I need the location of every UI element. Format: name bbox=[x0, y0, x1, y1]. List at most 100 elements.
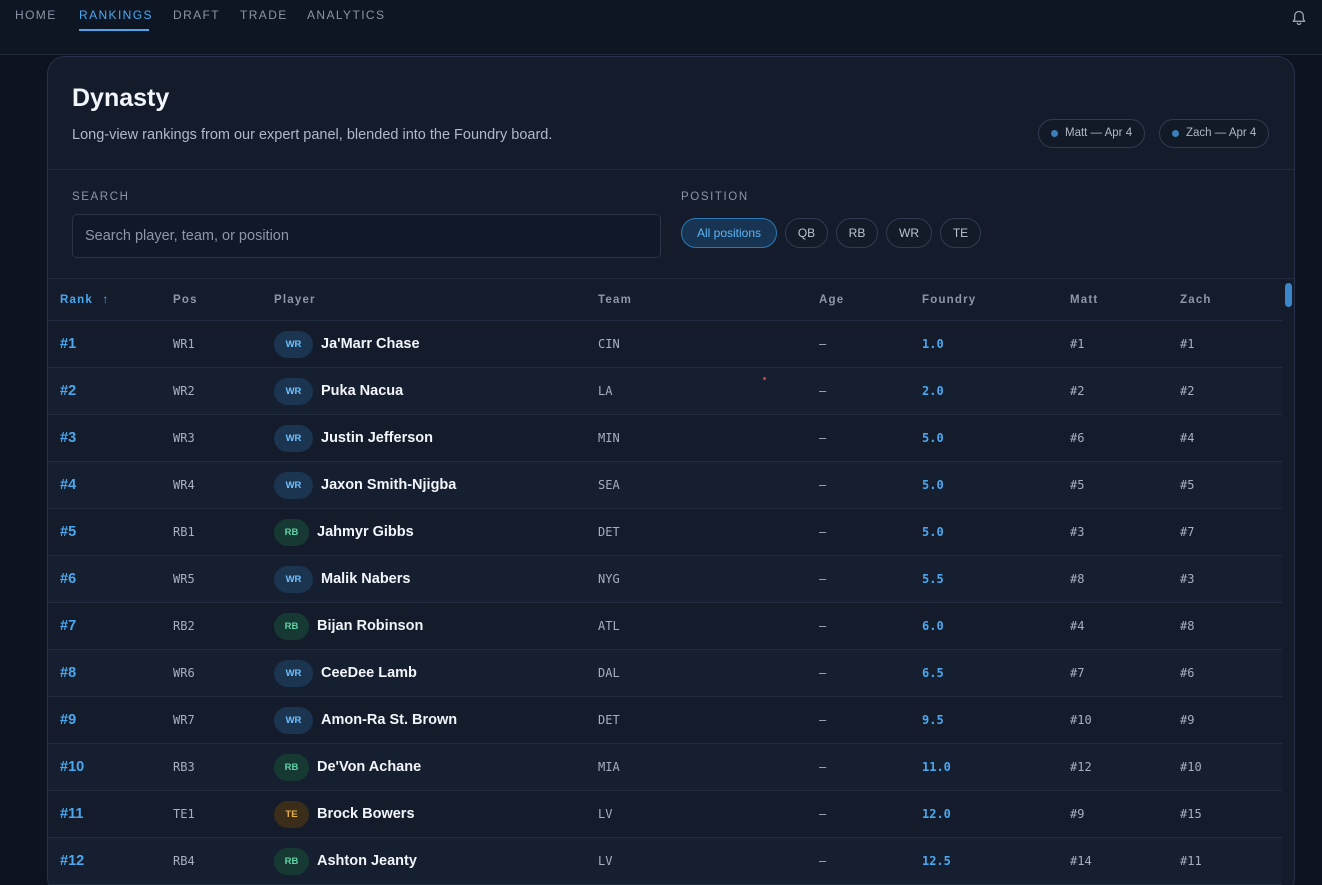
sort-arrow-icon: ↑ bbox=[102, 294, 110, 306]
matt-rank-cell: #10 bbox=[1070, 713, 1092, 727]
pos-rank-cell: WR1 bbox=[173, 337, 195, 351]
bell-icon[interactable] bbox=[1290, 9, 1308, 27]
pos-rank-cell: RB1 bbox=[173, 525, 195, 539]
zach-rank-cell: #2 bbox=[1180, 384, 1195, 398]
table-row[interactable]: #10 RB3 RB De'Von Achane MIA — 11.0 #12 #10 bbox=[48, 744, 1282, 791]
card-header: Dynasty Long-view rankings from our expe… bbox=[48, 57, 1294, 170]
page-subtitle: Long-view rankings from our expert panel… bbox=[72, 127, 553, 143]
pos-rank-cell: TE1 bbox=[173, 807, 195, 821]
position-badge: WR bbox=[274, 425, 313, 452]
pos-rank-cell: WR7 bbox=[173, 713, 195, 727]
player-name[interactable]: Jaxon Smith-Njigba bbox=[321, 462, 456, 509]
pos-rank-cell: WR5 bbox=[173, 572, 195, 586]
position-filter-rb[interactable]: RB bbox=[836, 218, 878, 248]
age-cell: — bbox=[819, 478, 827, 492]
zach-rank-cell: #4 bbox=[1180, 431, 1195, 445]
nav-analytics[interactable]: ANALYTICS bbox=[307, 8, 385, 22]
position-badge: RB bbox=[274, 613, 309, 640]
player-name[interactable]: Amon-Ra St. Brown bbox=[321, 697, 457, 744]
column-header-pos[interactable]: Pos bbox=[173, 294, 198, 306]
table-header: Rank ↑ Pos Player Team Age Foundry Matt … bbox=[48, 280, 1282, 321]
table-row[interactable]: #7 RB2 RB Bijan Robinson ATL — 6.0 #4 #8 bbox=[48, 603, 1282, 650]
search-label: SEARCH bbox=[72, 191, 130, 203]
age-cell: — bbox=[819, 572, 827, 586]
matt-rank-cell: #6 bbox=[1070, 431, 1085, 445]
matt-rank-cell: #12 bbox=[1070, 760, 1092, 774]
table-row[interactable]: #1 WR1 WR Ja'Marr Chase CIN — 1.0 #1 #1 bbox=[48, 321, 1282, 368]
rank-cell: #2 bbox=[60, 383, 77, 399]
matt-rank-cell: #7 bbox=[1070, 666, 1085, 680]
player-name[interactable]: Ja'Marr Chase bbox=[321, 321, 420, 368]
position-filter-te[interactable]: TE bbox=[940, 218, 981, 248]
team-cell: MIN bbox=[598, 431, 620, 445]
scrollbar-thumb[interactable] bbox=[1285, 283, 1292, 307]
table-row[interactable]: #2 WR2 WR Puka Nacua LA — 2.0 #2 #2 bbox=[48, 368, 1282, 415]
column-header-player[interactable]: Player bbox=[274, 294, 316, 306]
column-header-foundry[interactable]: Foundry bbox=[922, 294, 976, 306]
nav-rankings[interactable]: RANKINGS bbox=[79, 8, 153, 22]
team-cell: MIA bbox=[598, 760, 620, 774]
chip-label: Zach — Apr 4 bbox=[1186, 127, 1257, 139]
table-scrollbar[interactable] bbox=[1284, 280, 1294, 885]
zach-rank-cell: #1 bbox=[1180, 337, 1195, 351]
position-badge: WR bbox=[274, 331, 313, 358]
team-cell: DET bbox=[598, 713, 620, 727]
team-cell: CIN bbox=[598, 337, 620, 351]
matt-rank-cell: #4 bbox=[1070, 619, 1085, 633]
player-name[interactable]: Brock Bowers bbox=[317, 791, 415, 838]
age-cell: — bbox=[819, 525, 827, 539]
table-row[interactable]: #9 WR7 WR Amon-Ra St. Brown DET — 9.5 #10 #9 bbox=[48, 697, 1282, 744]
source-chip-zach: Zach — Apr 4 bbox=[1159, 119, 1270, 148]
player-name[interactable]: Puka Nacua bbox=[321, 368, 403, 415]
search-input[interactable] bbox=[72, 214, 661, 258]
foundry-score-cell: 2.0 bbox=[922, 384, 944, 398]
filters-panel: SEARCH POSITION All positions QB RB WR T… bbox=[48, 170, 1294, 279]
column-header-team[interactable]: Team bbox=[598, 294, 632, 306]
table-row[interactable]: #4 WR4 WR Jaxon Smith-Njigba SEA — 5.0 #5 #5 bbox=[48, 462, 1282, 509]
rank-cell: #1 bbox=[60, 336, 77, 352]
player-name[interactable]: Jahmyr Gibbs bbox=[317, 509, 414, 556]
table-row[interactable]: #12 RB4 RB Ashton Jeanty LV — 12.5 #14 #11 bbox=[48, 838, 1282, 885]
table-row[interactable]: #3 WR3 WR Justin Jefferson MIN — 5.0 #6 #4 bbox=[48, 415, 1282, 462]
matt-rank-cell: #3 bbox=[1070, 525, 1085, 539]
player-name[interactable]: Bijan Robinson bbox=[317, 603, 423, 650]
player-name[interactable]: Malik Nabers bbox=[321, 556, 410, 603]
column-header-zach[interactable]: Zach bbox=[1180, 294, 1212, 306]
age-cell: — bbox=[819, 713, 827, 727]
player-name[interactable]: Justin Jefferson bbox=[321, 415, 433, 462]
pos-rank-cell: WR2 bbox=[173, 384, 195, 398]
position-filter-wr[interactable]: WR bbox=[886, 218, 932, 248]
foundry-score-cell: 6.5 bbox=[922, 666, 944, 680]
position-badge: WR bbox=[274, 378, 313, 405]
nav-draft[interactable]: DRAFT bbox=[173, 8, 220, 22]
position-badge: RB bbox=[274, 519, 309, 546]
foundry-score-cell: 5.0 bbox=[922, 431, 944, 445]
nav-home[interactable]: HOME bbox=[15, 8, 57, 22]
pos-rank-cell: WR3 bbox=[173, 431, 195, 445]
column-header-age[interactable]: Age bbox=[819, 294, 844, 306]
cursor-dot bbox=[763, 377, 766, 380]
table-row[interactable]: #8 WR6 WR CeeDee Lamb DAL — 6.5 #7 #6 bbox=[48, 650, 1282, 697]
rank-cell: #8 bbox=[60, 665, 77, 681]
nav-trade[interactable]: TRADE bbox=[240, 8, 288, 22]
rank-cell: #3 bbox=[60, 430, 77, 446]
table-row[interactable]: #5 RB1 RB Jahmyr Gibbs DET — 5.0 #3 #7 bbox=[48, 509, 1282, 556]
player-name[interactable]: Ashton Jeanty bbox=[317, 838, 417, 885]
team-cell: LA bbox=[598, 384, 613, 398]
table-row[interactable]: #11 TE1 TE Brock Bowers LV — 12.0 #9 #15 bbox=[48, 791, 1282, 838]
player-name[interactable]: CeeDee Lamb bbox=[321, 650, 417, 697]
team-cell: LV bbox=[598, 807, 613, 821]
column-header-matt[interactable]: Matt bbox=[1070, 294, 1098, 306]
column-header-rank[interactable]: Rank ↑ bbox=[60, 294, 109, 306]
foundry-score-cell: 5.0 bbox=[922, 525, 944, 539]
rank-cell: #11 bbox=[60, 806, 84, 822]
position-filter-qb[interactable]: QB bbox=[785, 218, 828, 248]
position-badge: RB bbox=[274, 754, 309, 781]
matt-rank-cell: #14 bbox=[1070, 854, 1092, 868]
team-cell: SEA bbox=[598, 478, 620, 492]
table-row[interactable]: #6 WR5 WR Malik Nabers NYG — 5.5 #8 #3 bbox=[48, 556, 1282, 603]
foundry-score-cell: 11.0 bbox=[922, 760, 951, 774]
zach-rank-cell: #5 bbox=[1180, 478, 1195, 492]
player-name[interactable]: De'Von Achane bbox=[317, 744, 421, 791]
position-filter-all[interactable]: All positions bbox=[681, 218, 777, 248]
